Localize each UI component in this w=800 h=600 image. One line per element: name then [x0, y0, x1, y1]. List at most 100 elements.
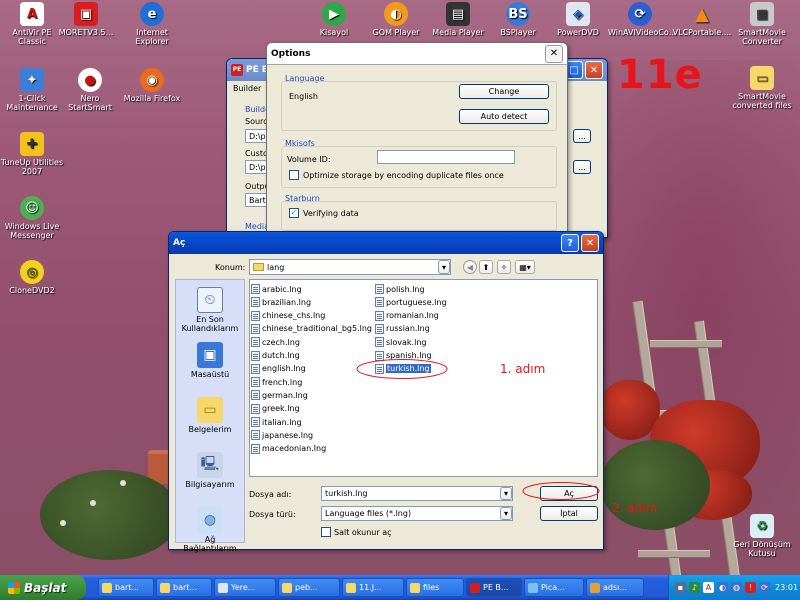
desktop-icon-smartmovie[interactable]: ▦ SmartMovie Converter [730, 2, 794, 46]
folder-icon [282, 582, 292, 593]
auto-detect-button[interactable]: Auto detect [459, 109, 549, 124]
up-folder-button[interactable]: ⬆ [479, 260, 493, 274]
file-item[interactable]: french.lng [251, 377, 303, 388]
task-button-active[interactable]: PE B... [466, 578, 522, 597]
internet-explorer-icon: e [140, 2, 164, 26]
open-dialog-titlebar[interactable]: Aç ? ✕ [169, 232, 603, 254]
tray-volume-icon[interactable]: ◐ [717, 582, 728, 593]
firefox-icon: ◉ [140, 68, 164, 92]
file-item[interactable]: portuguese.lng [375, 297, 447, 308]
close-button[interactable]: ✕ [585, 61, 603, 79]
folder-icon [346, 582, 356, 593]
file-item[interactable]: polish.lng [375, 284, 425, 294]
desktop-icon-vlc[interactable]: ▲ VLCPortable.... [670, 2, 734, 38]
desktop-icon-tuneup[interactable]: ✚ TuneUp Utilities 2007 [0, 132, 64, 176]
plant [600, 440, 710, 530]
task-button[interactable]: bart... [98, 578, 154, 597]
places-my-documents[interactable]: ▭ Belgelerim [177, 397, 243, 434]
task-button[interactable]: bart... [156, 578, 212, 597]
desktop-icon-firefox[interactable]: ◉ Mozilla Firefox [120, 68, 184, 103]
desktop-icon-clonedvd[interactable]: ◎ CloneDVD2 [0, 260, 64, 295]
options-close-button[interactable]: ✕ [545, 44, 563, 63]
read-only-checkbox[interactable] [321, 527, 331, 537]
location-dropdown[interactable]: lang [249, 259, 451, 275]
filetype-dropdown[interactable]: Language files (*.lng) [321, 506, 513, 521]
file-item[interactable]: romanian.lng [375, 310, 439, 321]
filename-input[interactable]: turkish.lng [321, 486, 513, 501]
verify-data-checkbox[interactable]: ✓ [289, 208, 299, 218]
lng-file-icon [375, 310, 384, 321]
location-dropdown-arrow[interactable]: ▾ [438, 260, 450, 274]
places-recent[interactable]: ⏲ En Son Kullandıklarım [177, 287, 243, 333]
task-button[interactable]: adsı... [586, 578, 644, 597]
winavi-icon: ⟳ [628, 2, 652, 26]
help-button[interactable]: ? [561, 234, 579, 252]
desktop-icon-winavi[interactable]: ⟳ WinAVIVideoCo... [608, 2, 676, 37]
tray-update-icon[interactable]: ⟳ [759, 582, 770, 593]
file-item[interactable]: german.lng [251, 390, 308, 401]
optimize-storage-label: Optimize storage by encoding duplicate f… [303, 171, 504, 180]
start-button[interactable]: Başlat [0, 575, 86, 600]
task-button[interactable]: peb... [278, 578, 340, 597]
file-item[interactable]: czech.lng [251, 337, 300, 348]
file-item[interactable]: arabic.lng [251, 284, 302, 294]
desktop-icon-powerdvd[interactable]: ◈ PowerDVD [546, 2, 610, 37]
file-item[interactable]: japanese.lng [251, 430, 313, 441]
file-name: greek.lng [262, 404, 300, 414]
cancel-button[interactable]: İptal [540, 506, 598, 521]
task-button[interactable]: 11.J... [342, 578, 404, 597]
file-item[interactable]: chinese_chs.lng [251, 310, 325, 321]
desktop-icon-nero[interactable]: ● Nero StartSmart [58, 68, 122, 112]
change-language-button[interactable]: Change [459, 84, 549, 99]
desktop-icon-internet-explorer[interactable]: e Internet Explorer [120, 2, 184, 46]
tray-antivir-icon[interactable]: A [703, 582, 714, 593]
tray-app-icon[interactable]: ▪ [675, 582, 686, 593]
open-file-dialog: Aç ? ✕ Konum: lang ▾ ◀ ⬆ ✧ ▦▾ ⏲ En Son K… [168, 231, 604, 553]
custom-browse-button[interactable]: ... [573, 160, 591, 174]
file-item[interactable]: italian.lng [251, 417, 302, 427]
file-item[interactable]: brazilian.lng [251, 297, 311, 308]
places-desktop[interactable]: ▣ Masaüstü [177, 342, 243, 379]
file-name: french.lng [262, 377, 303, 387]
desktop-icon-media-player[interactable]: ▤ Media Player [426, 2, 490, 37]
file-item[interactable]: english.lng [251, 363, 306, 374]
task-button[interactable]: Yere... [214, 578, 276, 597]
folder-icon: ▭ [750, 66, 774, 90]
filename-dropdown-arrow[interactable]: ▾ [500, 487, 512, 500]
media-player-icon: ▤ [446, 2, 470, 26]
clock[interactable]: 23:01 [775, 583, 798, 592]
desktop-icon-moretv[interactable]: ▣ MORETV3.5... [54, 2, 118, 37]
places-network[interactable]: ◍ Ağ Bağlantılarım [177, 507, 243, 553]
desktop-icon-kisayol[interactable]: ▶ Kisayol [302, 2, 366, 37]
file-item[interactable]: slovak.lng [375, 337, 426, 348]
file-item[interactable]: greek.lng [251, 403, 300, 414]
file-item[interactable]: macedonian.lng [251, 443, 326, 454]
menu-builder[interactable]: Builder [233, 84, 261, 93]
tray-network-icon[interactable]: ◍ [731, 582, 742, 593]
places-my-computer[interactable]: 🖳 Bilgisayarım [177, 452, 243, 489]
volume-id-input[interactable] [377, 150, 515, 164]
back-button[interactable]: ◀ [463, 260, 477, 274]
desktop-icon-gom[interactable]: ◐ GOM Player [364, 2, 428, 37]
file-item[interactable]: dutch.lng [251, 350, 300, 361]
filetype-dropdown-arrow[interactable]: ▾ [500, 507, 512, 520]
task-button[interactable]: Pica... [524, 578, 584, 597]
task-button[interactable]: files [406, 578, 464, 597]
desktop-icon-smartmovie-folder[interactable]: ▭ SmartMovie converted files [730, 66, 794, 110]
file-item[interactable]: russian.lng [375, 323, 430, 334]
desktop-icon-recycle-bin[interactable]: ♻ Geri Dönüşüm Kutusu [730, 514, 794, 558]
tray-media-icon[interactable]: ♪ [689, 582, 700, 593]
desktop-icon-1click[interactable]: ✦ 1-Click Maintenance [0, 68, 64, 112]
view-menu-button[interactable]: ▦▾ [515, 260, 535, 274]
optimize-storage-checkbox[interactable] [289, 170, 299, 180]
desktop-icon-messenger[interactable]: ☺ Windows Live Messenger [0, 196, 64, 240]
file-item[interactable]: chinese_traditional_bg5.lng [251, 323, 372, 334]
new-folder-button[interactable]: ✧ [497, 260, 511, 274]
source-browse-button[interactable]: ... [573, 129, 591, 143]
options-titlebar[interactable]: Options ✕ [267, 43, 567, 65]
open-dialog-close-button[interactable]: ✕ [581, 234, 599, 252]
desktop-icon-bsplayer[interactable]: BS BSPlayer [486, 2, 550, 37]
flower [120, 480, 126, 486]
options-title: Options [271, 48, 311, 59]
tray-security-icon[interactable]: ! [745, 582, 756, 593]
